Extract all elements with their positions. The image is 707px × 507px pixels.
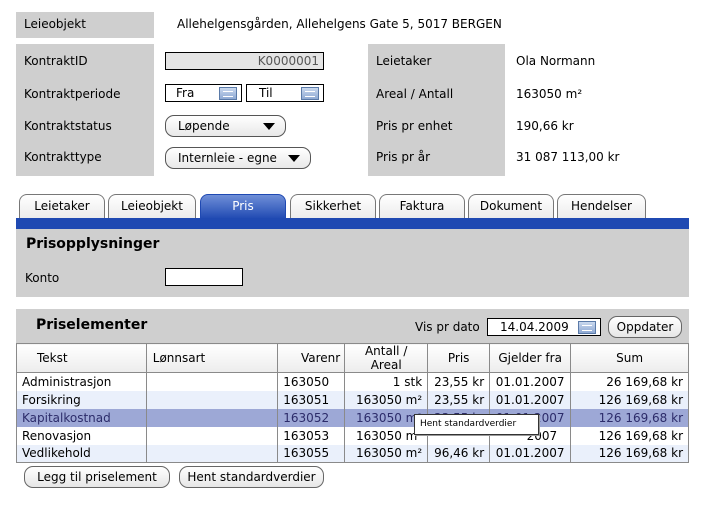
cell-varenr: 163052 xyxy=(277,408,346,427)
calendar-icon[interactable] xyxy=(219,86,237,100)
column-header[interactable]: Lønnsart xyxy=(145,343,279,373)
til-date-field[interactable]: Til xyxy=(246,84,324,102)
cell-antall: 163050 m² xyxy=(344,444,429,463)
leietaker-value: Ola Normann xyxy=(516,54,596,68)
kontraktid-field[interactable]: K0000001 xyxy=(165,52,324,70)
column-header[interactable]: Tekst xyxy=(16,343,147,373)
pris-aar-label: Pris pr år xyxy=(376,150,431,164)
column-header[interactable]: Antall / Areal xyxy=(344,343,429,373)
cell-gjelder-fra: 01.01.2007 xyxy=(489,444,572,463)
kontraktid-label: KontraktID xyxy=(24,54,88,68)
pris-aar-value: 31 087 113,00 kr xyxy=(516,150,620,164)
vis-pr-dato-field[interactable]: 14.04.2009 xyxy=(487,318,601,336)
cell-tekst: Administrasjon xyxy=(16,372,147,391)
konto-input[interactable] xyxy=(165,268,243,286)
kontrakttype-value: Internleie - egne xyxy=(178,151,277,165)
cell-sum: 126 169,68 kr xyxy=(570,408,689,427)
column-header[interactable]: Sum xyxy=(570,343,689,373)
cell-pris: 96,46 kr xyxy=(427,444,491,463)
prisopplysninger-title: Prisopplysninger xyxy=(26,236,160,252)
cell-tekst: Vedlikehold xyxy=(16,444,147,463)
chevron-down-icon xyxy=(288,154,300,162)
fra-label: Fra xyxy=(176,86,195,100)
legg-til-priselement-button[interactable]: Legg til priselement xyxy=(24,466,170,488)
tab-sikkerhet[interactable]: Sikkerhet xyxy=(290,194,376,218)
vis-pr-dato-value: 14.04.2009 xyxy=(500,320,569,334)
priselementer-title: Priselementer xyxy=(36,317,148,333)
leieobjekt-value: Allehelgensgården, Allehelgens Gate 5, 5… xyxy=(177,17,502,31)
pris-enhet-value: 190,66 kr xyxy=(516,119,574,133)
column-header[interactable]: Gjelder fra xyxy=(489,343,572,373)
til-label: Til xyxy=(259,86,273,100)
cell-lonnsart xyxy=(145,444,279,463)
cell-sum: 26 169,68 kr xyxy=(570,372,689,391)
tab-leietaker[interactable]: Leietaker xyxy=(19,194,105,218)
kontraktstatus-value: Løpende xyxy=(178,119,230,133)
kontraktid-value: K0000001 xyxy=(257,54,319,68)
leietaker-label: Leietaker xyxy=(376,54,432,68)
kontrakttype-label: Kontrakttype xyxy=(24,150,102,164)
areal-label: Areal / Antall xyxy=(376,87,454,101)
cell-sum: 126 169,68 kr xyxy=(570,390,689,409)
cell-pris: 23,55 kr xyxy=(427,372,491,391)
calendar-icon[interactable] xyxy=(578,320,596,334)
cell-tekst: Forsikring xyxy=(16,390,147,409)
oppdater-button[interactable]: Oppdater xyxy=(608,316,682,338)
table-row[interactable]: Vedlikehold 163055 163050 m² 96,46 kr 01… xyxy=(16,444,689,463)
tooltip: Hent standardverdier xyxy=(414,414,539,435)
tab-leieobjekt[interactable]: Leieobjekt xyxy=(108,194,196,218)
tab-dokument[interactable]: Dokument xyxy=(468,194,554,218)
cell-varenr: 163055 xyxy=(277,444,346,463)
cell-lonnsart xyxy=(145,390,279,409)
cell-varenr: 163050 xyxy=(277,372,346,391)
column-header[interactable]: Pris xyxy=(427,343,491,373)
cell-varenr: 163053 xyxy=(277,426,346,445)
vis-pr-dato-label: Vis pr dato xyxy=(415,320,480,334)
cell-lonnsart xyxy=(145,408,279,427)
table-row[interactable]: Forsikring 163051 163050 m² 23,55 kr 01.… xyxy=(16,390,689,409)
column-header[interactable]: Varenr xyxy=(277,343,346,373)
kontraktstatus-dropdown[interactable]: Løpende xyxy=(165,115,286,137)
kontraktstatus-label: Kontraktstatus xyxy=(24,119,112,133)
cell-varenr: 163051 xyxy=(277,390,346,409)
cell-gjelder-fra: 01.01.2007 xyxy=(489,390,572,409)
cell-tekst: Renovasjon xyxy=(16,426,147,445)
tab-pris[interactable]: Pris xyxy=(200,194,286,219)
cell-pris: 23,55 kr xyxy=(427,390,491,409)
cell-lonnsart xyxy=(145,372,279,391)
chevron-down-icon xyxy=(263,122,275,130)
tab-faktura[interactable]: Faktura xyxy=(379,194,465,218)
cell-sum: 126 169,68 kr xyxy=(570,444,689,463)
priselementer-table: Tekst Lønnsart Varenr Antall / Areal Pri… xyxy=(16,343,689,463)
cell-antall: 1 stk xyxy=(344,372,429,391)
tab-bar-underline xyxy=(16,218,689,229)
calendar-icon[interactable] xyxy=(301,86,319,100)
cell-sum: 126 169,68 kr xyxy=(570,426,689,445)
table-row-selected[interactable]: Kapitalkostnad 163052 163050 m² 23,55 kr… xyxy=(16,408,689,427)
hent-standardverdier-button[interactable]: Hent standardverdier xyxy=(179,466,324,488)
leieobjekt-label: Leieobjekt xyxy=(24,17,86,31)
kontraktperiode-label: Kontraktperiode xyxy=(24,87,121,101)
table-header-row: Tekst Lønnsart Varenr Antall / Areal Pri… xyxy=(16,343,689,373)
cell-tekst: Kapitalkostnad xyxy=(16,408,147,427)
cell-gjelder-fra: 01.01.2007 xyxy=(489,372,572,391)
table-row[interactable]: Renovasjon 163053 163050 m² 2007 126 169… xyxy=(16,426,689,445)
table-row[interactable]: Administrasjon 163050 1 stk 23,55 kr 01.… xyxy=(16,372,689,391)
fra-date-field[interactable]: Fra xyxy=(165,84,242,102)
konto-label: Konto xyxy=(25,271,60,285)
pris-enhet-label: Pris pr enhet xyxy=(376,119,453,133)
tab-hendelser[interactable]: Hendelser xyxy=(557,194,646,218)
areal-value: 163050 m² xyxy=(516,87,583,101)
kontrakttype-dropdown[interactable]: Internleie - egne xyxy=(165,147,311,169)
cell-antall: 163050 m² xyxy=(344,390,429,409)
cell-lonnsart xyxy=(145,426,279,445)
